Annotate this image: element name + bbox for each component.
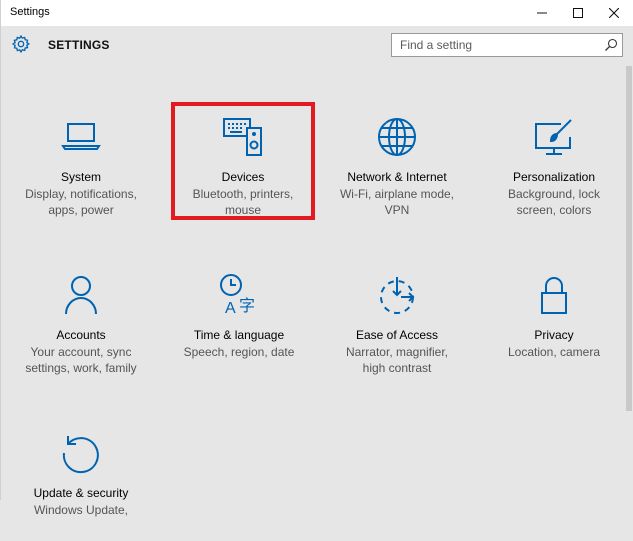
maximize-button[interactable]	[560, 0, 596, 26]
page-title: SETTINGS	[48, 38, 110, 52]
tile-time-language[interactable]: A 字 Time & language Speech, region, date	[164, 273, 314, 383]
ease-of-access-icon	[375, 273, 419, 317]
maximize-icon	[573, 8, 583, 18]
tile-update-security[interactable]: Update & security Windows Update,	[6, 431, 156, 541]
close-icon	[609, 8, 619, 18]
minimize-button[interactable]	[524, 0, 560, 26]
tile-description: Bluetooth, printers, mouse	[192, 187, 294, 217]
laptop-icon	[59, 115, 103, 159]
gear-icon	[11, 34, 31, 54]
tile-title: Network & Internet	[347, 170, 447, 184]
tile-system[interactable]: System Display, notifications, apps, powe…	[6, 115, 156, 225]
tile-network-internet[interactable]: Network & Internet Wi-Fi, airplane mode,…	[322, 115, 472, 225]
tile-title: Devices	[221, 170, 265, 184]
tile-description: Windows Update,	[33, 503, 129, 517]
personalization-icon	[532, 115, 576, 159]
tile-ease-of-access[interactable]: Ease of Access Narrator, magnifier, high …	[322, 273, 472, 383]
search-icon[interactable]	[604, 38, 618, 52]
minimize-icon	[537, 12, 547, 14]
tile-description: Speech, region, date	[183, 345, 295, 359]
devices-icon	[221, 115, 265, 159]
tile-devices[interactable]: Devices Bluetooth, printers, mouse	[168, 115, 318, 225]
svg-text:A: A	[225, 300, 236, 317]
tile-description: Background, lock screen, colors	[507, 187, 601, 217]
time-language-icon: A 字	[217, 273, 261, 317]
lock-icon	[532, 273, 576, 317]
settings-header: SETTINGS	[1, 26, 626, 66]
tile-description: Wi-Fi, airplane mode, VPN	[339, 187, 455, 217]
update-icon	[59, 431, 103, 475]
tile-description: Narrator, magnifier, high contrast	[345, 345, 449, 375]
close-button[interactable]	[596, 0, 632, 26]
search-box[interactable]	[391, 33, 623, 57]
title-bar[interactable]: Settings	[1, 0, 633, 26]
settings-window: Settings SETTINGS Find a setting System …	[0, 0, 633, 517]
tile-title: System	[60, 170, 101, 184]
tile-description: Your account, sync settings, work, family	[25, 345, 137, 375]
tile-accounts[interactable]: Accounts Your account, sync settings, wor…	[6, 273, 156, 383]
window-title: Settings	[10, 6, 50, 18]
tile-title: Time & language	[193, 328, 285, 342]
tile-personalization[interactable]: Personalization Background, lock screen, …	[479, 115, 629, 225]
search-input[interactable]	[392, 34, 602, 56]
globe-icon	[375, 115, 419, 159]
tile-description: Location, camera	[507, 345, 601, 359]
tile-title: Update & security	[33, 486, 129, 500]
tile-privacy[interactable]: Privacy Location, camera	[479, 273, 629, 383]
tile-description: Display, notifications, apps, power	[25, 187, 137, 217]
person-icon	[59, 273, 103, 317]
tile-title: Accounts	[56, 328, 106, 342]
tile-title: Personalization	[512, 170, 596, 184]
tile-title: Ease of Access	[355, 328, 439, 342]
tile-title: Privacy	[534, 328, 574, 342]
svg-text:字: 字	[239, 296, 255, 315]
